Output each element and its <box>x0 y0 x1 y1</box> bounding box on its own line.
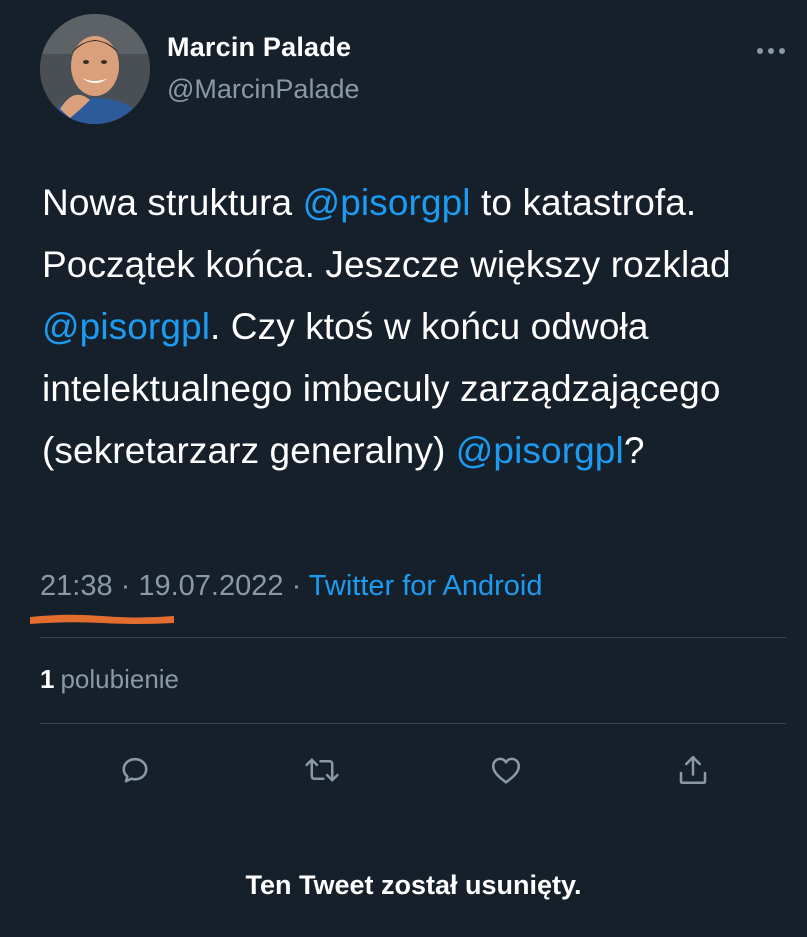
like-button[interactable] <box>486 750 526 790</box>
highlight-underline-mark <box>30 614 174 624</box>
retweet-button[interactable] <box>302 750 342 790</box>
reply-button[interactable] <box>115 750 155 790</box>
tweet-source-link[interactable]: Twitter for Android <box>309 570 543 602</box>
tweet-date[interactable]: 19.07.2022 <box>138 570 283 602</box>
avatar[interactable] <box>40 14 150 124</box>
reply-icon <box>122 757 148 783</box>
more-options-button[interactable] <box>751 36 791 66</box>
meta-separator: · <box>283 570 309 602</box>
likes-summary[interactable]: 1 polubienie <box>40 664 179 695</box>
share-button[interactable] <box>673 750 713 790</box>
author-display-name[interactable]: Marcin Palade <box>167 32 351 63</box>
likes-count: 1 <box>40 664 55 694</box>
mention-link[interactable]: @pisorgpl <box>42 306 210 347</box>
tweet-metadata: 21:38 · 19.07.2022 · Twitter for Android <box>40 570 542 603</box>
tweet-text-segment: ? <box>623 430 645 471</box>
mention-link[interactable]: @pisorgpl <box>303 182 471 223</box>
tweet-text-segment: Nowa struktura <box>42 182 303 223</box>
deleted-tweet-notice: Ten Tweet został usunięty. <box>245 870 582 900</box>
divider <box>40 723 786 724</box>
avatar-image <box>40 14 150 124</box>
meta-separator: · <box>112 570 139 602</box>
retweet-icon <box>305 758 339 782</box>
author-handle[interactable]: @MarcinPalade <box>167 74 360 105</box>
tweet-text: Nowa struktura @pisorgpl to katastrofa. … <box>42 172 782 482</box>
tweet-time[interactable]: 21:38 <box>40 570 113 602</box>
heart-icon <box>491 757 521 784</box>
likes-label: polubienie <box>60 664 180 694</box>
divider <box>40 637 786 638</box>
mention-link[interactable]: @pisorgpl <box>456 430 624 471</box>
more-icon <box>757 48 785 54</box>
share-icon <box>679 755 707 785</box>
